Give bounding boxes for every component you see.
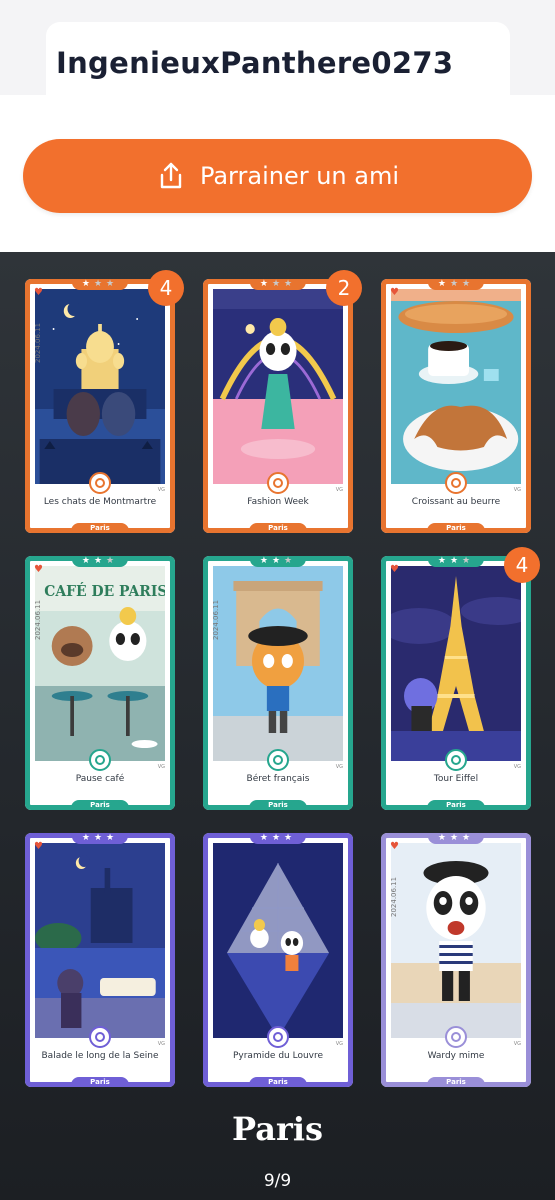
card-city: Paris [249, 800, 307, 810]
card-illustration: CAFÉ DE PARIS [35, 566, 165, 761]
bell-icon [89, 472, 111, 494]
card-title: Balade le long de la Seine [41, 1051, 159, 1061]
card-illustration [213, 843, 343, 1038]
share-icon [160, 162, 182, 189]
heart-icon: ♥ [34, 287, 43, 298]
card-grid: ★★★ ♥ 2024.06.11 Les chats de Montmartre… [25, 270, 540, 1087]
card-title: Tour Eiffel [433, 774, 479, 784]
card-collection-panel: ★★★ ♥ 2024.06.11 Les chats de Montmartre… [0, 252, 555, 1200]
rarity-stars: ★★★ [427, 279, 485, 290]
card-city: Paris [249, 1077, 307, 1087]
card-city: Paris [427, 1077, 485, 1087]
card-illustration [213, 289, 343, 484]
smile-icon [445, 1026, 467, 1048]
card-title: Pause café [75, 774, 125, 784]
card-wardy-mime[interactable]: ★★★ ♥ 2024.06.11 Wardy mime VG Paris [381, 833, 531, 1087]
card-date: 2024.06.11 [34, 599, 42, 640]
refer-friend-button[interactable]: Parrainer un ami [23, 139, 532, 213]
card-city: Paris [249, 523, 307, 533]
card-illustration [391, 566, 521, 761]
coffee-icon [89, 749, 111, 771]
heart-icon: ♥ [390, 564, 399, 575]
duplicate-count-badge: 4 [148, 270, 184, 306]
card-illustration [391, 289, 521, 484]
card-date: 2024.06.11 [212, 599, 220, 640]
card-title: Fashion Week [247, 497, 309, 507]
card-illustration [35, 289, 165, 484]
rarity-stars: ★★★ [249, 833, 307, 844]
page-indicator: 9/9 [263, 1171, 292, 1191]
card-title: Croissant au beurre [411, 497, 501, 507]
card-illustration [213, 566, 343, 761]
heart-icon: ♥ [390, 287, 399, 298]
card-tour-eiffel[interactable]: ★★★ ♥ Tour Eiffel VG Paris 4 [381, 547, 540, 810]
card-balade-le-long-de-la-seine[interactable]: ★★★ ♥ Balade le long de la Seine VG Pari… [25, 833, 175, 1087]
rarity-stars: ★★★ [427, 833, 485, 844]
cutlery-icon [445, 472, 467, 494]
svg-text:CAFÉ DE PARIS: CAFÉ DE PARIS [44, 581, 165, 600]
heart-icon: ♥ [34, 564, 43, 575]
map-icon [89, 1026, 111, 1048]
collection-title: Paris [232, 1110, 323, 1148]
beret-icon [267, 749, 289, 771]
card-date: 2024.06.11 [390, 876, 398, 917]
card-city: Paris [427, 523, 485, 533]
card-title: Wardy mime [427, 1051, 485, 1061]
heart-icon: ♥ [34, 841, 43, 852]
card-beret-francais[interactable]: ★★★ 2024.06.11 Béret français VG Paris [203, 556, 353, 810]
rarity-stars: ★★★ [71, 556, 129, 567]
username: IngenieuxPanthere0273 [56, 46, 454, 80]
duplicate-count-badge: 4 [504, 547, 540, 583]
card-fashion-week[interactable]: ★★★ Fashion Week VG Paris 2 [203, 270, 362, 533]
location-pin-icon [267, 1026, 289, 1048]
card-title: Béret français [246, 774, 310, 784]
card-date: 2024.06.11 [34, 322, 42, 363]
profile-header: IngenieuxPanthere0273 Parrainer un ami [0, 0, 555, 252]
card-pyramide-du-louvre[interactable]: ★★★ Pyramide du Louvre VG Paris [203, 833, 353, 1087]
card-city: Paris [71, 1077, 129, 1087]
music-note-icon [267, 472, 289, 494]
rarity-stars: ★★★ [71, 279, 129, 290]
heart-icon: ♥ [390, 841, 399, 852]
card-title: Les chats de Montmartre [43, 497, 157, 507]
card-illustration [35, 843, 165, 1038]
card-city: Paris [71, 523, 129, 533]
rarity-stars: ★★★ [249, 556, 307, 567]
card-city: Paris [71, 800, 129, 810]
card-city: Paris [427, 800, 485, 810]
card-croissant-au-beurre[interactable]: ★★★ ♥ Croissant au beurre VG Paris [381, 279, 531, 533]
card-les-chats-de-montmartre[interactable]: ★★★ ♥ 2024.06.11 Les chats de Montmartre… [25, 270, 184, 533]
rarity-stars: ★★★ [427, 556, 485, 567]
rarity-stars: ★★★ [249, 279, 307, 290]
location-pin-icon [445, 749, 467, 771]
card-illustration [391, 843, 521, 1038]
refer-friend-label: Parrainer un ami [199, 162, 400, 190]
rarity-stars: ★★★ [71, 833, 129, 844]
duplicate-count-badge: 2 [326, 270, 362, 306]
card-pause-cafe[interactable]: CAFÉ DE PARIS ★★★ ♥ 2024.06.11 Pause caf… [25, 556, 175, 810]
card-title: Pyramide du Louvre [232, 1051, 324, 1061]
